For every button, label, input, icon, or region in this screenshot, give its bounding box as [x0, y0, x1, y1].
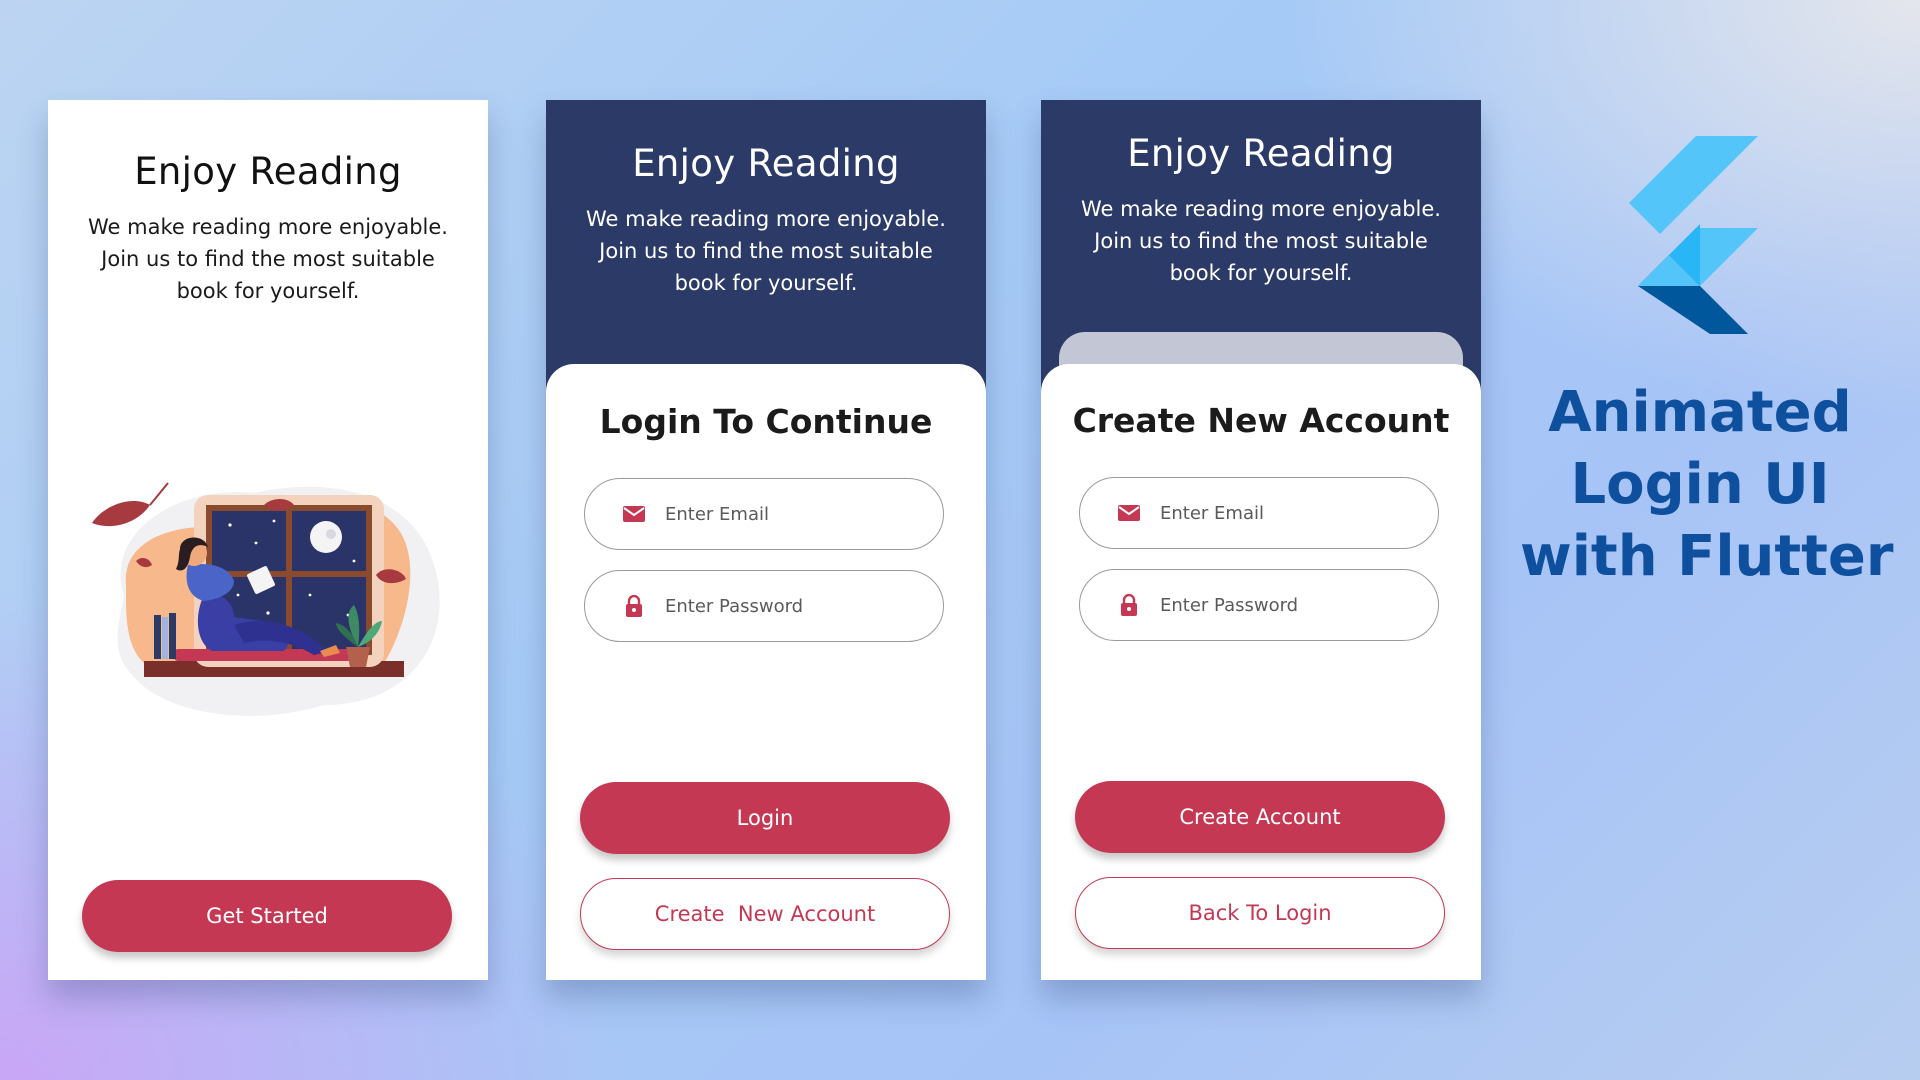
register-email-input[interactable] [1160, 502, 1420, 524]
lock-icon [1116, 592, 1142, 618]
create-account-label: Create Account [1179, 805, 1341, 829]
create-new-account-label: Create New Account [654, 902, 876, 926]
promo-line-1: Animated [1548, 380, 1852, 445]
intro-description: We make reading more enjoyable. Join us … [88, 215, 448, 303]
register-password-input[interactable] [1160, 594, 1420, 616]
login-hero-description: We make reading more enjoyable. Join us … [586, 207, 946, 295]
register-form-title: Create New Account [1072, 401, 1450, 440]
password-field[interactable] [584, 570, 944, 642]
register-hero-title: Enjoy Reading [1127, 132, 1395, 175]
login-header: Enjoy Reading We make reading more enjoy… [546, 100, 986, 400]
create-new-account-button[interactable]: Create New Account [580, 878, 950, 950]
login-button-label: Login [736, 806, 794, 830]
get-started-button[interactable]: Get Started [82, 880, 452, 952]
password-input[interactable] [665, 595, 925, 617]
back-to-login-label: Back To Login [1188, 901, 1332, 925]
email-icon [1116, 500, 1142, 526]
login-button[interactable]: Login [580, 782, 950, 854]
intro-screen: Enjoy Reading We make reading more enjoy… [48, 100, 488, 980]
login-hero-title: Enjoy Reading [632, 142, 900, 185]
back-to-login-button[interactable]: Back To Login [1075, 877, 1445, 949]
register-email-field[interactable] [1079, 477, 1439, 549]
email-icon [621, 501, 647, 527]
flutter-logo-icon [1629, 136, 1758, 334]
login-screen: Enjoy Reading We make reading more enjoy… [546, 100, 986, 980]
register-password-field[interactable] [1079, 569, 1439, 641]
promo-line-3: with Flutter [1520, 524, 1894, 589]
email-input[interactable] [665, 503, 925, 525]
create-account-button[interactable]: Create Account [1075, 781, 1445, 853]
register-screen: Enjoy Reading We make reading more enjoy… [1041, 100, 1481, 980]
reading-illustration [92, 482, 440, 716]
lock-icon [621, 593, 647, 619]
login-form-title: Login To Continue [599, 402, 933, 441]
promo-headline: Animated Login UI with Flutter [1520, 377, 1894, 593]
promo-line-2: Login UI [1570, 452, 1830, 517]
register-hero-description: We make reading more enjoyable. Join us … [1081, 197, 1441, 285]
get-started-label: Get Started [206, 904, 328, 928]
email-field[interactable] [584, 478, 944, 550]
intro-title: Enjoy Reading [134, 150, 402, 193]
